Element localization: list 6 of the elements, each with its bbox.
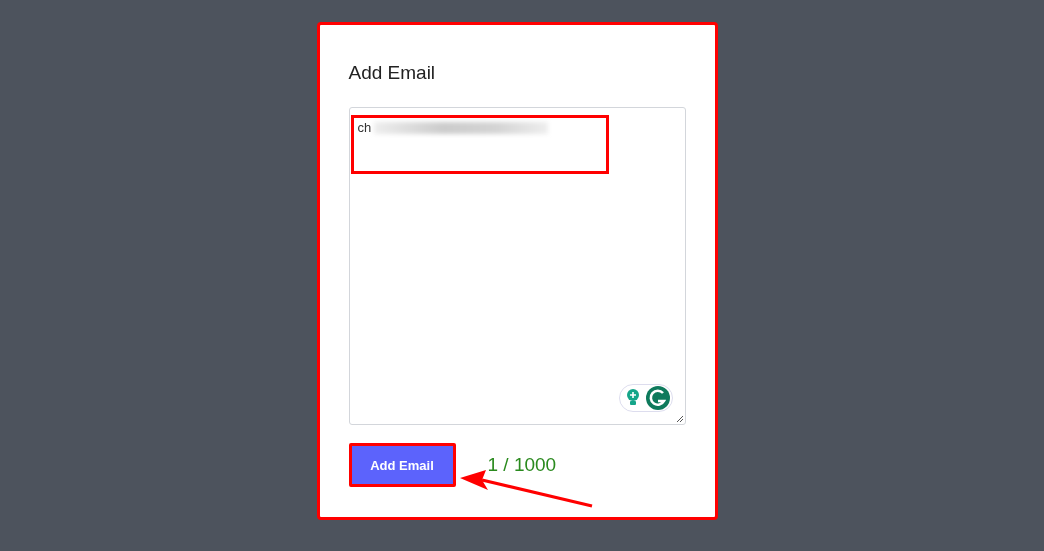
email-textarea[interactable]: ch <box>348 107 686 425</box>
add-email-button[interactable]: Add Email <box>348 443 456 487</box>
resize-handle-icon[interactable] <box>674 414 684 423</box>
assistant-icons[interactable] <box>618 384 673 412</box>
character-counter: 1 / 1000 <box>487 454 557 476</box>
dialog-title: Add Email <box>348 62 436 84</box>
